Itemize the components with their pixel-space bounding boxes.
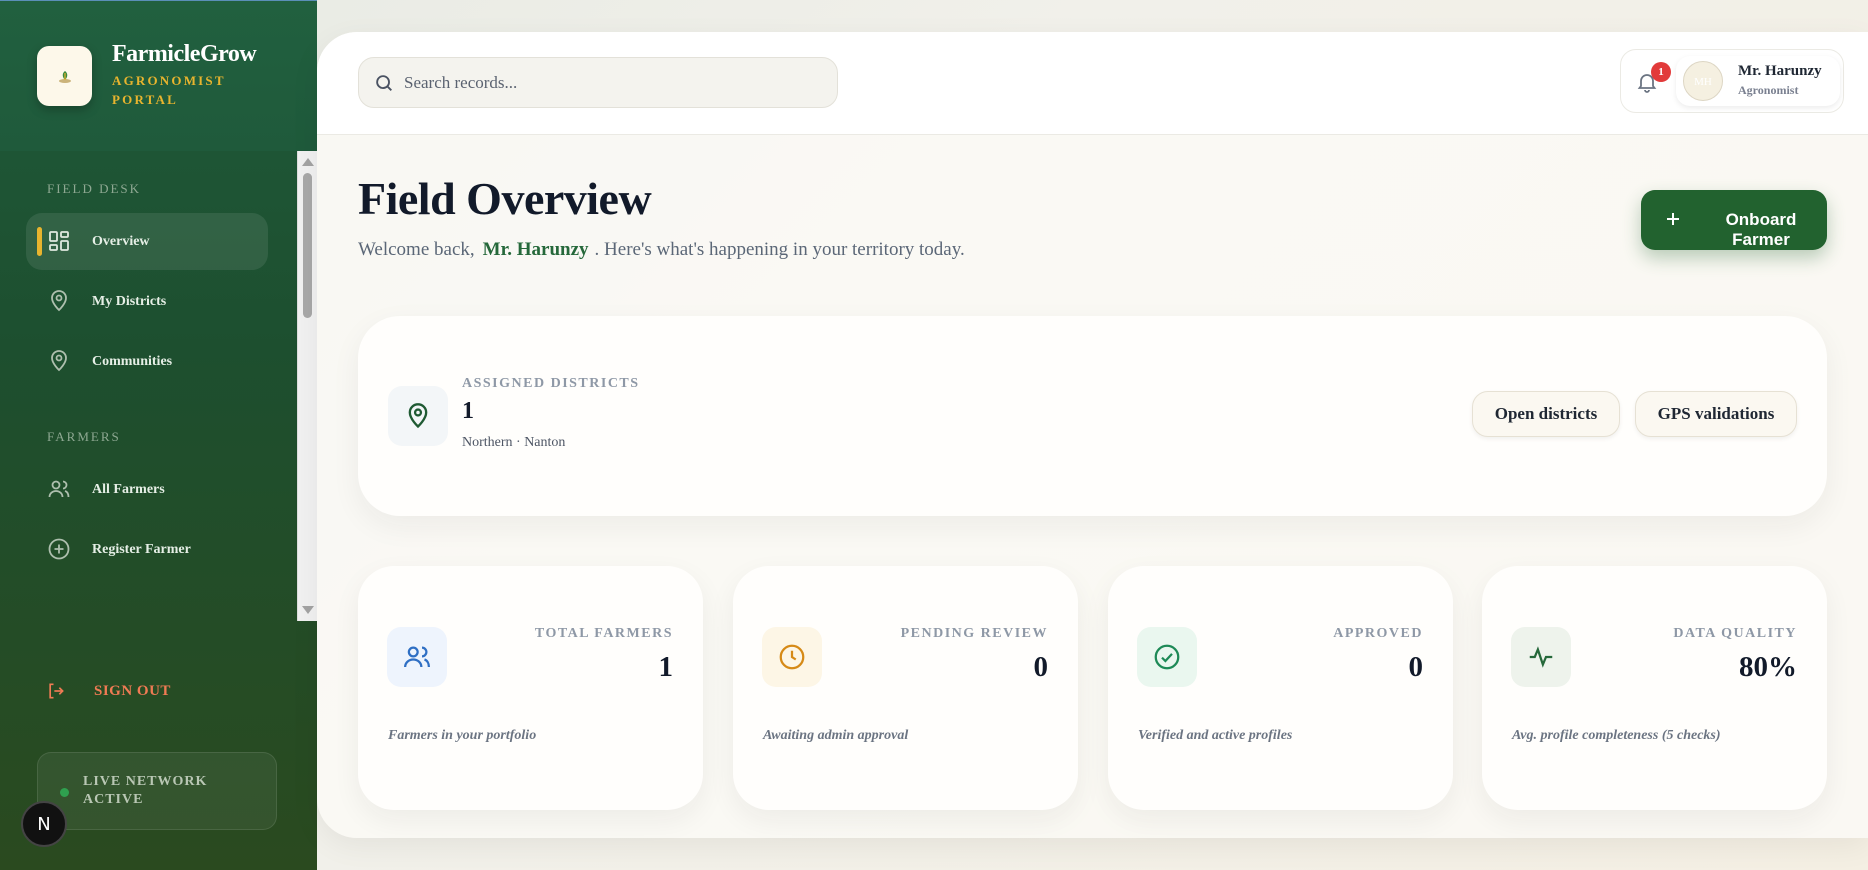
welcome-user-name: Mr. Harunzy xyxy=(482,239,589,260)
activity-icon xyxy=(1529,646,1553,668)
onboard-farmer-button[interactable]: Onboard Farmer xyxy=(1641,190,1827,250)
scroll-up-arrow-icon[interactable] xyxy=(302,158,314,166)
sidebar-item-label: All Farmers xyxy=(92,481,165,497)
stat-card-total-farmers: TOTAL FARMERS 1 Farmers in your portfoli… xyxy=(358,566,703,810)
sidebar: FarmicleGrow AGRONOMIST PORTAL FIELD DES… xyxy=(0,0,317,870)
main-panel: 1 MH Mr. Harunzy Agronomist Field Overvi… xyxy=(317,32,1868,838)
brand-logo[interactable] xyxy=(37,46,92,106)
nextjs-dev-badge[interactable]: N xyxy=(21,801,67,847)
avatar: MH xyxy=(1683,61,1723,101)
stat-value: 0 xyxy=(1033,651,1049,683)
stat-description: Awaiting admin approval xyxy=(763,728,909,743)
stat-value: 1 xyxy=(658,651,674,683)
user-role: Agronomist xyxy=(1738,83,1799,97)
log-out-icon xyxy=(49,683,64,699)
sidebar-item-my-districts[interactable]: My Districts xyxy=(26,273,268,330)
stat-description: Avg. profile completeness (5 checks) xyxy=(1512,728,1721,743)
welcome-message: Welcome back, Mr. Harunzy. Here's what's … xyxy=(358,239,965,261)
gps-validations-button[interactable]: GPS validations xyxy=(1635,391,1797,437)
stat-icon-tile xyxy=(1511,627,1571,687)
clock-icon xyxy=(779,644,805,670)
stat-card-approved: APPROVED 0 Verified and active profiles xyxy=(1108,566,1453,810)
brand-header: FarmicleGrow AGRONOMIST PORTAL xyxy=(0,1,317,151)
section-label-field-desk: FIELD DESK xyxy=(47,181,142,196)
sign-out-button[interactable]: SIGN OUT xyxy=(46,679,171,703)
brand-subtitle: AGRONOMIST PORTAL xyxy=(112,73,226,107)
user-name: Mr. Harunzy xyxy=(1738,63,1822,79)
stat-label: DATA QUALITY xyxy=(1673,626,1797,641)
stat-label: TOTAL FARMERS xyxy=(534,626,673,641)
welcome-prefix: Welcome back, xyxy=(358,239,475,260)
users-icon xyxy=(404,646,430,668)
active-indicator xyxy=(37,227,42,256)
sidebar-item-label: Communities xyxy=(92,353,173,369)
sidebar-item-label: Overview xyxy=(92,233,150,249)
stat-label: APPROVED xyxy=(1333,626,1423,641)
sidebar-item-label: My Districts xyxy=(92,293,167,309)
user-menu[interactable]: MH Mr. Harunzy Agronomist xyxy=(1676,56,1840,106)
open-districts-button[interactable]: Open districts xyxy=(1472,391,1620,437)
plus-circle-icon xyxy=(48,538,70,560)
welcome-suffix: . Here's what's happening in your territ… xyxy=(594,239,965,260)
scroll-thumb[interactable] xyxy=(303,173,312,318)
assigned-districts-count: 1 xyxy=(462,398,474,424)
assigned-districts-detail: Northern · Nanton xyxy=(462,435,566,450)
sidebar-item-communities[interactable]: Communities xyxy=(26,333,268,390)
search-input[interactable] xyxy=(404,70,804,96)
sidebar-item-all-farmers[interactable]: All Farmers xyxy=(26,461,268,518)
map-pin-icon xyxy=(408,403,428,429)
district-icon-tile xyxy=(388,386,448,446)
stat-card-pending-review: PENDING REVIEW 0 Awaiting admin approval xyxy=(733,566,1078,810)
plus-icon xyxy=(1667,213,1679,225)
sign-out-label: SIGN OUT xyxy=(94,682,171,699)
page-title: Field Overview xyxy=(358,173,652,224)
check-circle-icon xyxy=(1154,644,1180,670)
stat-value: 80% xyxy=(1739,651,1797,683)
stat-value: 0 xyxy=(1408,651,1424,683)
stat-description: Farmers in your portfolio xyxy=(388,728,537,743)
onboard-farmer-label: Onboard Farmer xyxy=(1725,210,1797,249)
stat-description: Verified and active profiles xyxy=(1138,728,1293,743)
scroll-down-arrow-icon[interactable] xyxy=(302,606,314,614)
section-label-farmers: FARMERS xyxy=(47,429,121,444)
assigned-districts-label: ASSIGNED DISTRICTS xyxy=(462,376,640,391)
leaf-logo-icon xyxy=(58,71,71,83)
notification-count-badge: 1 xyxy=(1651,62,1671,82)
stat-icon-tile xyxy=(1137,627,1197,687)
users-icon xyxy=(48,480,70,498)
stat-label: PENDING REVIEW xyxy=(900,626,1048,641)
brand-name: FarmicleGrow xyxy=(112,41,257,67)
grid-icon xyxy=(49,231,69,251)
sidebar-scrollbar[interactable] xyxy=(297,151,317,621)
assigned-districts-card: ASSIGNED DISTRICTS 1 Northern · Nanton O… xyxy=(358,316,1827,516)
sidebar-item-register-farmer[interactable]: Register Farmer xyxy=(26,521,268,578)
user-area: 1 MH Mr. Harunzy Agronomist xyxy=(1620,49,1844,113)
sidebar-item-label: Register Farmer xyxy=(92,541,191,557)
search-bar[interactable] xyxy=(358,57,838,108)
map-pin-icon xyxy=(51,290,67,312)
network-status-text: LIVE NETWORK ACTIVE xyxy=(83,774,208,807)
search-icon xyxy=(373,72,395,99)
network-status: LIVE NETWORK ACTIVE xyxy=(37,752,277,830)
sidebar-nav: FIELD DESK Overview My Districts Communi… xyxy=(0,151,317,621)
map-pin-icon xyxy=(51,350,67,372)
sidebar-item-overview[interactable]: Overview xyxy=(26,213,268,270)
stat-card-data-quality: DATA QUALITY 80% Avg. profile completene… xyxy=(1482,566,1827,810)
top-bar: 1 MH Mr. Harunzy Agronomist xyxy=(317,32,1868,135)
stat-icon-tile xyxy=(762,627,822,687)
status-dot xyxy=(60,788,69,797)
stat-icon-tile xyxy=(387,627,447,687)
